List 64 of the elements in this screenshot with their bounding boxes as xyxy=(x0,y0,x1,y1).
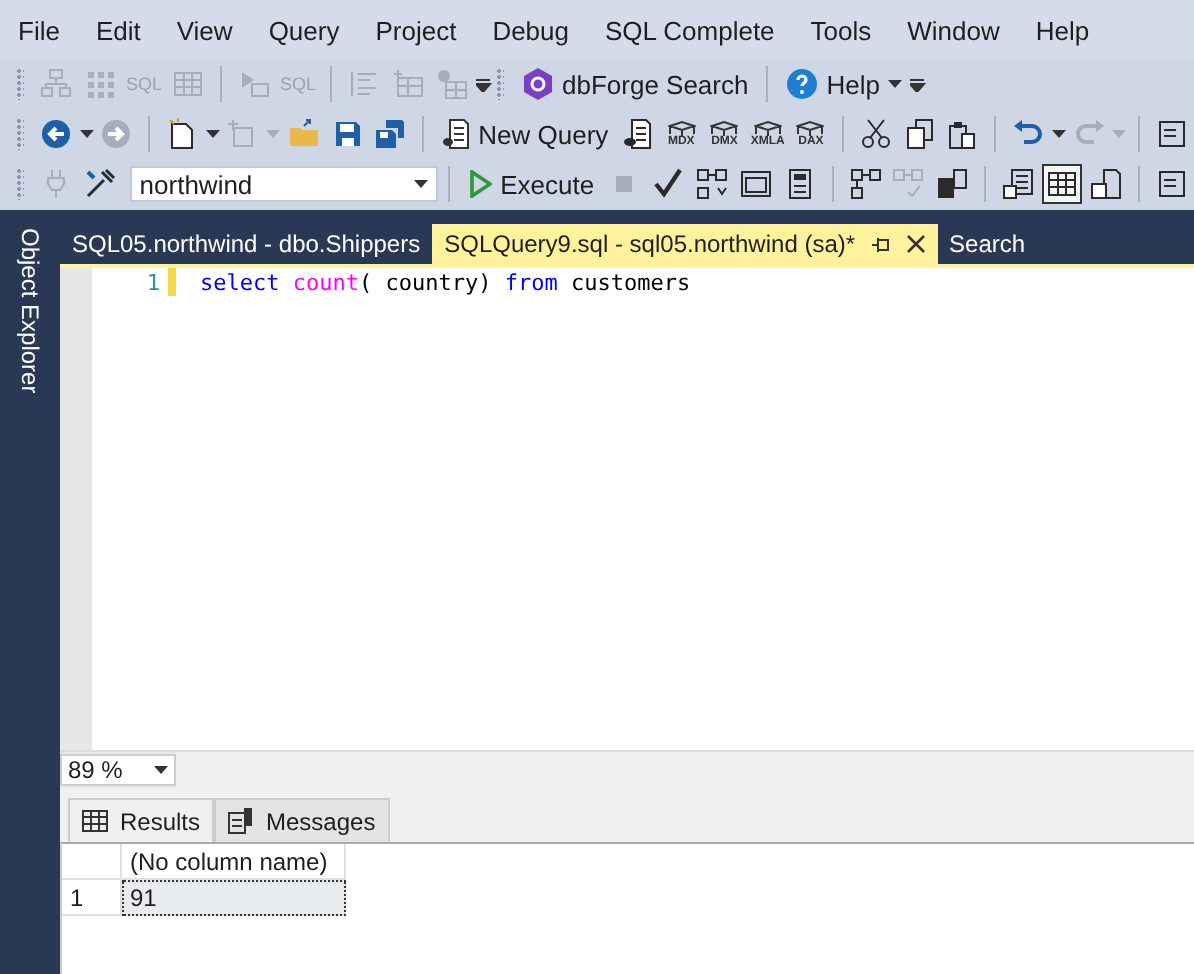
document-icon[interactable] xyxy=(621,118,654,150)
zoom-dropdown[interactable]: 89 % xyxy=(60,754,176,786)
database-dropdown[interactable]: northwind xyxy=(129,166,439,202)
change-connection-icon[interactable] xyxy=(83,168,116,200)
undo-icon[interactable] xyxy=(1012,118,1045,150)
save-all-icon[interactable] xyxy=(374,118,407,150)
caret-icon xyxy=(887,80,902,88)
toolbar-button[interactable]: New Query xyxy=(434,112,617,156)
toolbar-button[interactable]: dbForge Search xyxy=(514,62,757,106)
overflow-icon[interactable] xyxy=(910,76,927,92)
caret-icon xyxy=(154,766,168,774)
code-line: select count( country) from customers xyxy=(200,270,691,298)
corner-header xyxy=(62,844,122,880)
window-icon[interactable] xyxy=(1156,168,1188,200)
menu-item[interactable]: Help xyxy=(1035,15,1090,45)
new-query-icon xyxy=(442,118,471,150)
new-document-icon[interactable] xyxy=(165,118,198,150)
save-icon[interactable] xyxy=(331,118,364,150)
caret-icon[interactable] xyxy=(1051,130,1066,138)
toolbar-button[interactable]: Execute xyxy=(460,162,603,206)
window-icon[interactable] xyxy=(739,168,772,200)
copy-icon[interactable] xyxy=(903,118,936,150)
table-icon[interactable] xyxy=(1046,168,1079,200)
menu-item[interactable]: Edit xyxy=(95,15,141,45)
results-tab[interactable]: Results xyxy=(68,798,215,842)
document-tab[interactable]: SQLQuery9.sql - sql05.northwind (sa)* xyxy=(432,224,938,264)
document-tab[interactable]: Search xyxy=(937,224,1038,264)
close-icon[interactable] xyxy=(905,234,926,254)
change-marker xyxy=(168,268,176,296)
pin-icon[interactable] xyxy=(871,235,890,253)
menu-item[interactable]: Query xyxy=(268,15,340,45)
play-icon xyxy=(468,170,493,198)
results-tab[interactable]: Messages xyxy=(214,798,390,842)
menu-item[interactable]: Debug xyxy=(492,15,569,45)
help-icon xyxy=(786,68,819,100)
results-to-text-icon[interactable] xyxy=(1002,168,1035,200)
menu-item[interactable]: SQL Complete xyxy=(605,15,775,45)
scissors-icon[interactable] xyxy=(860,118,893,150)
grid-icon xyxy=(82,810,108,832)
plan-tree-icon[interactable] xyxy=(849,168,882,200)
paste-icon[interactable] xyxy=(946,118,979,150)
messages-icon xyxy=(228,808,255,834)
side-panel-tab[interactable]: Object Explorer xyxy=(16,228,44,394)
overflow-icon[interactable] xyxy=(475,76,491,92)
toolbar-button[interactable]: Help xyxy=(778,62,910,106)
menu-item[interactable]: File xyxy=(18,15,60,45)
window-icon[interactable] xyxy=(1156,118,1189,150)
document-tab[interactable]: SQL05.northwind - dbo.Shippers xyxy=(60,224,433,264)
horizontal-scrollbar[interactable] xyxy=(176,752,1194,788)
menu-item[interactable]: Tools xyxy=(810,15,872,45)
hexagon-logo-icon xyxy=(522,68,554,100)
caret-icon xyxy=(414,180,429,188)
caret-icon[interactable] xyxy=(205,130,220,138)
check-icon[interactable] xyxy=(651,168,684,200)
line-number: 1 xyxy=(144,270,160,298)
open-folder-icon[interactable] xyxy=(287,118,320,150)
menu-item[interactable]: Window xyxy=(907,15,1000,45)
results-to-file-icon[interactable] xyxy=(1090,168,1123,200)
caret-icon[interactable] xyxy=(79,130,94,138)
table-cell: 91 xyxy=(122,880,346,916)
query-plan-icon[interactable] xyxy=(695,168,728,200)
calculator-icon[interactable] xyxy=(783,168,816,200)
menu-item[interactable]: Project xyxy=(375,15,457,45)
menu-item[interactable]: View xyxy=(176,15,233,45)
